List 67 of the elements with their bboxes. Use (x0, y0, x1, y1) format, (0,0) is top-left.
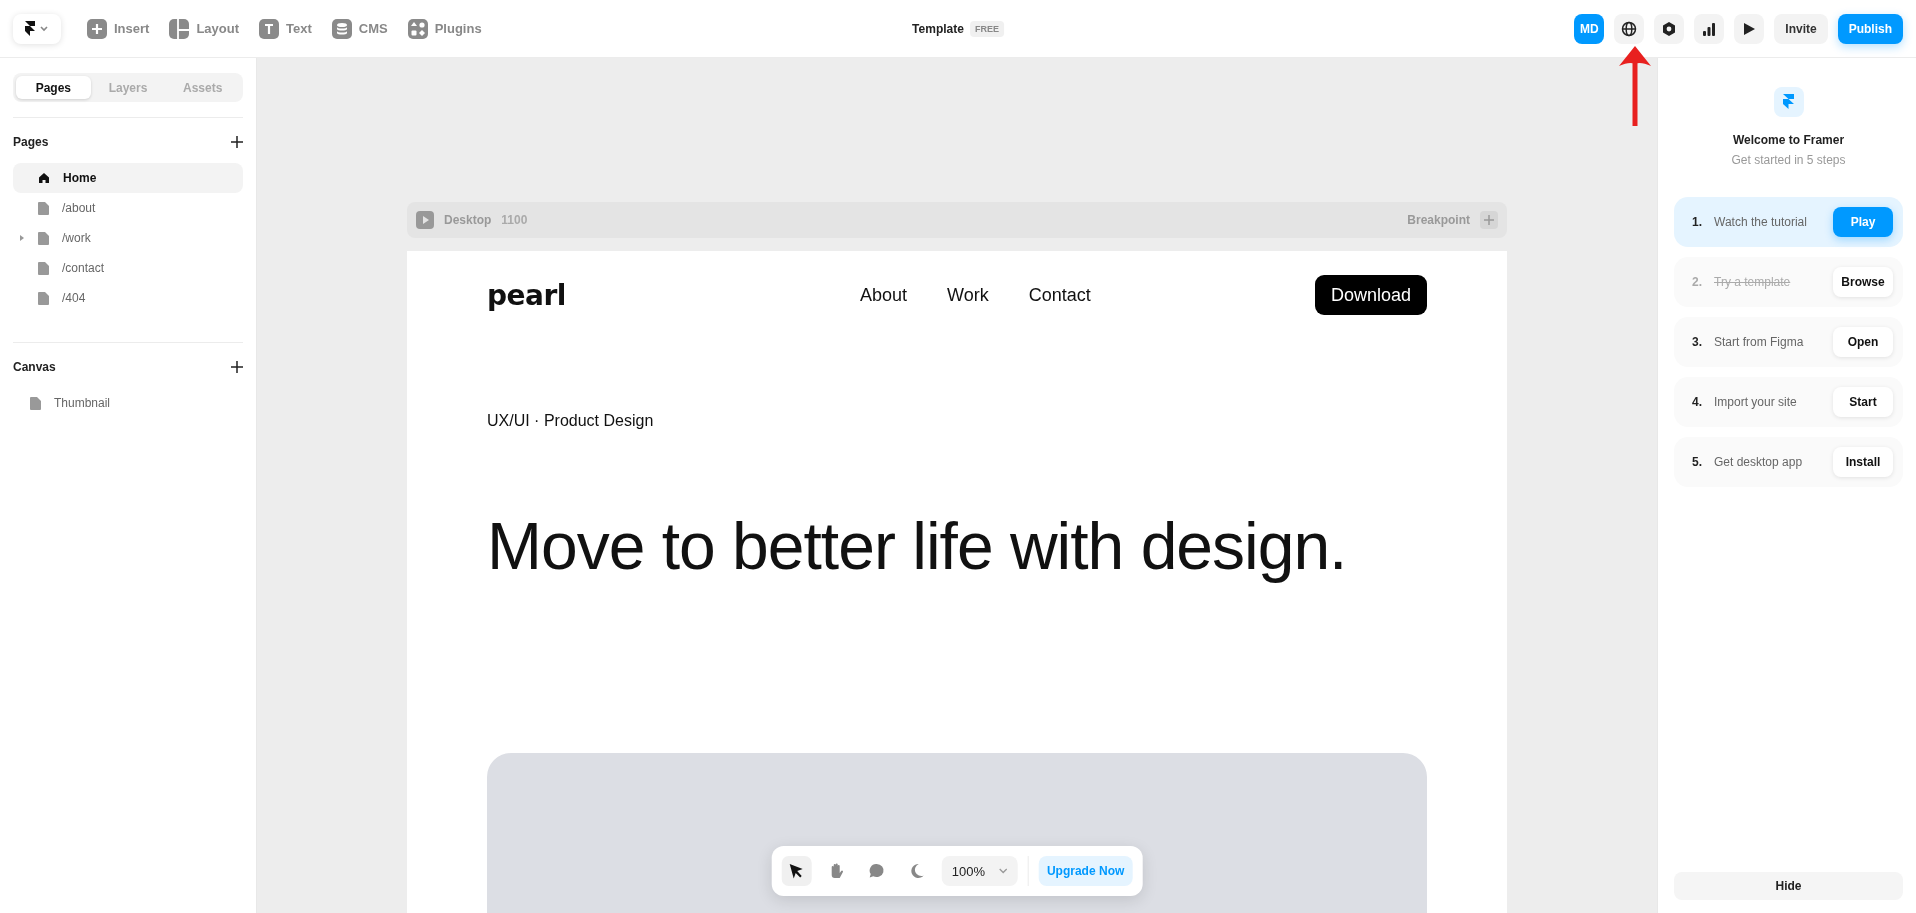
nav-link[interactable]: Contact (1028, 284, 1091, 306)
step-number: 3. (1692, 335, 1703, 349)
home-icon (38, 172, 50, 184)
page-item[interactable]: /about (13, 193, 243, 223)
settings-icon[interactable] (1654, 13, 1685, 44)
invite-button[interactable]: Invite (1774, 13, 1828, 44)
step-number: 2. (1692, 275, 1703, 289)
step-label: Try a template (1714, 275, 1792, 289)
breakpoint-width: 1100 (501, 213, 528, 227)
layout-icon (169, 18, 190, 39)
step-number: 4. (1692, 395, 1703, 409)
insert-icon (87, 18, 107, 39)
add-icon[interactable] (231, 361, 243, 373)
step-label: Import your site (1714, 395, 1798, 409)
expand-caret-icon[interactable] (19, 235, 25, 241)
page-icon (38, 291, 49, 305)
welcome-title: Welcome to Framer (1732, 133, 1845, 147)
page-item[interactable]: /work (13, 223, 243, 253)
globe-icon[interactable] (1614, 13, 1645, 44)
app-menu-button[interactable] (13, 13, 61, 44)
bar-chart-icon[interactable] (1694, 13, 1725, 44)
step-button[interactable]: Open (1833, 327, 1893, 357)
step-number: 1. (1692, 215, 1703, 229)
page-icon (38, 261, 49, 275)
nav-link[interactable]: Work (947, 284, 989, 306)
toolbar-item[interactable]: Plugins (399, 14, 490, 43)
welcome-subtitle: Get started in 5 steps (1731, 153, 1846, 167)
step-label: Get desktop app (1714, 455, 1804, 469)
toolbar-item[interactable]: Insert (79, 14, 158, 43)
document-title: Template (912, 21, 964, 36)
page-item[interactable]: /404 (13, 283, 243, 313)
toolbar-item[interactable]: Layout (161, 14, 248, 43)
add-icon[interactable] (231, 136, 243, 148)
eyebrow-text: UX/UI · Product Design (487, 412, 655, 430)
step-label: Watch the tutorial (1714, 215, 1808, 229)
cms-icon (331, 18, 352, 39)
step-button[interactable]: Browse (1833, 267, 1893, 297)
nav-link[interactable]: About (860, 284, 908, 306)
hide-button[interactable]: Hide (1674, 872, 1903, 900)
plugins-icon (407, 18, 428, 39)
plan-badge: FREE (969, 20, 1004, 37)
download-button[interactable]: Download (1314, 275, 1427, 315)
section-heading: Pages (13, 135, 49, 149)
step-number: 5. (1692, 455, 1703, 469)
pointer-icon[interactable] (781, 856, 812, 886)
breakpoint-name: Desktop (444, 213, 492, 227)
step-button[interactable]: Install (1833, 447, 1893, 477)
canvas-item[interactable]: Thumbnail (13, 390, 243, 416)
page-icon (38, 201, 49, 215)
page-item[interactable]: Home (13, 163, 243, 193)
toolbar-item[interactable]: CMS (323, 14, 396, 43)
section-heading: Canvas (13, 360, 56, 374)
text-icon (259, 18, 280, 39)
zoom-dropdown[interactable]: 100% (941, 856, 1018, 886)
step-button[interactable]: Start (1833, 387, 1893, 417)
hero-headline: Move to better life with design. (487, 510, 1348, 583)
toolbar-item[interactable]: Text (251, 14, 320, 43)
page-item[interactable]: /contact (13, 253, 243, 283)
caret-icon (998, 868, 1008, 874)
logo-caret-icon (24, 20, 50, 37)
logo-icon (1773, 87, 1804, 117)
page-icon (30, 396, 41, 410)
preview-play-icon[interactable] (1734, 13, 1765, 44)
site-logo: pearl (487, 278, 566, 312)
page-icon (38, 231, 49, 245)
panel-tab[interactable]: Pages (16, 76, 91, 99)
step-label: Start from Figma (1714, 335, 1805, 349)
